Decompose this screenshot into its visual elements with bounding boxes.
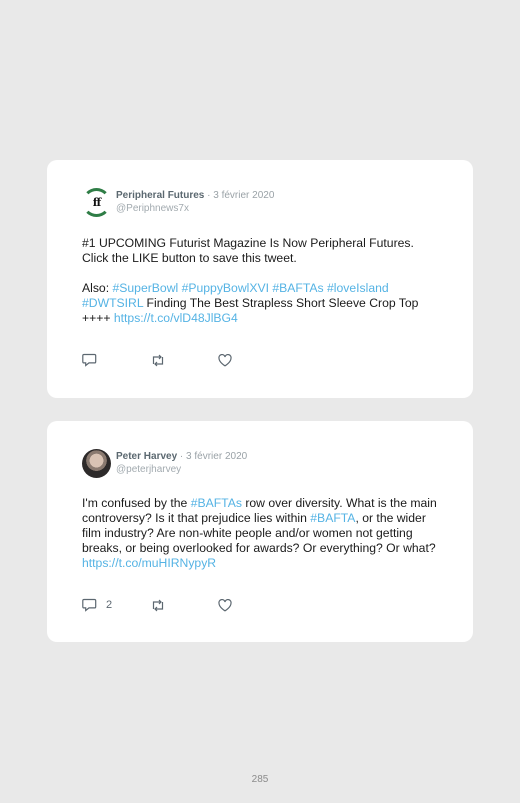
tweet-paragraph: I'm confused by the #BAFTAs row over div… xyxy=(82,496,443,571)
tweet-text: #1 UPCOMING Futurist Magazine Is Now Per… xyxy=(82,236,443,326)
tweet-link[interactable]: https://t.co/muHIRNypyR xyxy=(82,556,216,570)
tweet-card: Peter Harvey · 3 février 2020 @peterjhar… xyxy=(47,421,473,642)
tweet-paragraph: Also: #SuperBowl #PuppyBowlXVI #BAFTAs #… xyxy=(82,281,443,326)
author-handle[interactable]: @Periphnews7x xyxy=(116,203,274,214)
page-number: 285 xyxy=(251,774,269,785)
reply-button[interactable] xyxy=(82,353,150,367)
heart-icon xyxy=(218,598,232,611)
hashtag-link[interactable]: #BAFTA xyxy=(310,511,355,525)
tweet-link[interactable]: https://t.co/vlD48JlBG4 xyxy=(114,311,238,325)
like-button[interactable] xyxy=(218,353,232,367)
retweet-icon xyxy=(152,599,164,611)
peripheral-futures-logo: ff xyxy=(92,196,101,209)
reply-icon xyxy=(82,598,97,612)
reply-button[interactable]: 2 xyxy=(82,598,150,612)
hashtag-link[interactable]: #BAFTAs xyxy=(191,496,242,510)
tweet-date[interactable]: · 3 février 2020 xyxy=(204,190,274,201)
tweet-date[interactable]: · 3 février 2020 xyxy=(177,451,247,462)
retweet-icon xyxy=(152,354,164,366)
retweet-button[interactable] xyxy=(150,354,218,367)
tweet-text-segment: I'm confused by the xyxy=(82,496,191,510)
like-button[interactable] xyxy=(218,598,232,612)
tweet-card: ff Peripheral Futures · 3 février 2020 @… xyxy=(47,160,473,398)
author-name[interactable]: Peripheral Futures xyxy=(116,190,204,201)
author-name[interactable]: Peter Harvey xyxy=(116,451,177,462)
tweet-actions: 2 xyxy=(82,597,232,613)
heart-icon xyxy=(218,353,232,366)
tweet-text: I'm confused by the #BAFTAs row over div… xyxy=(82,496,443,571)
tweet-text-segment: Also: xyxy=(82,281,113,295)
tweet-header: Peripheral Futures · 3 février 2020 @Per… xyxy=(116,190,274,214)
author-handle[interactable]: @peterjharvey xyxy=(116,464,247,475)
reply-icon xyxy=(82,353,97,367)
tweet-actions xyxy=(82,352,232,368)
reply-count: 2 xyxy=(106,599,113,611)
avatar[interactable] xyxy=(82,449,111,478)
avatar[interactable]: ff xyxy=(82,188,111,217)
tweet-header: Peter Harvey · 3 février 2020 @peterjhar… xyxy=(116,451,247,475)
retweet-button[interactable] xyxy=(150,599,218,612)
tweet-paragraph: #1 UPCOMING Futurist Magazine Is Now Per… xyxy=(82,236,414,265)
